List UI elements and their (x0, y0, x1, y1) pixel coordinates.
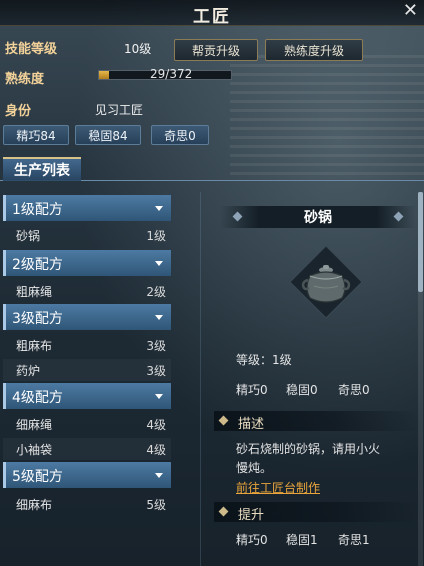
recipe-item[interactable]: 粗麻布 3级 (3, 334, 171, 356)
recipe-item[interactable]: 砂锅 1级 (3, 224, 171, 246)
improve-section-header: 提升 (214, 502, 420, 523)
detail-stat-ingenuity: 奇思0 (338, 383, 370, 397)
diamond-icon (218, 506, 229, 517)
description-title: 描述 (238, 417, 265, 432)
recipe-list: 1级配方 砂锅 1级 2级配方 粗麻绳 2级 3级配方 粗麻布 3级 药炉 3级… (0, 192, 176, 522)
recipe-item-name: 小袖袋 (16, 443, 53, 457)
close-icon[interactable]: ✕ (403, 0, 418, 21)
clay-pot-icon (288, 244, 364, 320)
proficiency-progress-fill (99, 71, 110, 79)
recipe-group-1[interactable]: 1级配方 (3, 195, 171, 221)
improve-title: 提升 (238, 508, 265, 523)
recipe-item-level: 4级 (146, 443, 166, 457)
recipe-group-label: 1级配方 (12, 202, 63, 218)
recipe-group-label: 4级配方 (12, 390, 63, 406)
detail-header: 砂锅 (220, 206, 416, 228)
detail-item-name: 砂锅 (304, 210, 332, 226)
caret-down-icon (155, 473, 163, 478)
recipe-item-name: 药炉 (16, 364, 41, 378)
detail-scrollbar[interactable] (418, 192, 423, 566)
contribution-upgrade-button[interactable]: 帮贡升级 (174, 39, 258, 61)
proficiency-value: 29/372 (150, 67, 193, 81)
recipe-item[interactable]: 小袖袋 4级 (3, 438, 171, 460)
improve-stat-stability: 稳固1 (286, 533, 318, 547)
scrollbar-thumb[interactable] (418, 192, 423, 292)
skill-level-value: 10级 (124, 42, 152, 56)
recipe-item-level: 3级 (146, 339, 166, 353)
proficiency-label: 熟练度 (5, 72, 45, 87)
stat-chip-ingenuity: 奇思0 (151, 125, 209, 145)
tab-bar: 生产列表 (0, 157, 424, 181)
recipe-group-4[interactable]: 4级配方 (3, 383, 171, 409)
caret-down-icon (155, 315, 163, 320)
recipe-item[interactable]: 粗麻绳 2级 (3, 280, 171, 302)
title-bar: 工匠 ✕ (0, 0, 424, 27)
description-line-1: 砂石烧制的砂锅，请用小火 (236, 442, 381, 456)
detail-level: 等级：1级 (236, 353, 292, 367)
recipe-detail-panel: 砂锅 等级：1级 精巧0 稳固0 奇思0 描述 砂石烧制的砂锅，请用小火 慢炖。… (210, 196, 424, 566)
skill-level-label: 技能等级 (5, 42, 58, 57)
panel-divider (200, 192, 201, 566)
improve-stat-finesse: 精巧0 (236, 533, 268, 547)
recipe-item-level: 4级 (146, 418, 166, 432)
identity-label: 身份 (5, 104, 32, 119)
recipe-group-5[interactable]: 5级配方 (3, 462, 171, 488)
proficiency-upgrade-button[interactable]: 熟练度升级 (265, 39, 363, 61)
stat-chip-stability: 稳固84 (75, 125, 141, 145)
stat-chip-finesse: 精巧84 (3, 125, 69, 145)
detail-stat-finesse: 精巧0 (236, 383, 268, 397)
tab-production-list[interactable]: 生产列表 (3, 157, 81, 181)
caret-down-icon (155, 206, 163, 211)
window-title: 工匠 (193, 7, 231, 27)
recipe-item[interactable]: 药炉 3级 (3, 359, 171, 381)
recipe-item-name: 细麻布 (16, 498, 53, 512)
improve-stat-ingenuity: 奇思1 (338, 533, 370, 547)
detail-stat-stability: 稳固0 (286, 383, 318, 397)
identity-value: 见习工匠 (95, 103, 144, 117)
diamond-icon (393, 211, 404, 222)
recipe-item-level: 1级 (146, 229, 166, 243)
recipe-group-label: 3级配方 (12, 311, 63, 327)
goto-workbench-link[interactable]: 前往工匠台制作 (236, 479, 320, 496)
recipe-item[interactable]: 细麻布 5级 (3, 493, 171, 515)
description-section-header: 描述 (214, 411, 420, 432)
recipe-item[interactable]: 细麻绳 4级 (3, 413, 171, 435)
recipe-item-level: 3级 (146, 364, 166, 378)
recipe-item-name: 细麻绳 (16, 418, 53, 432)
recipe-item-name: 砂锅 (16, 229, 41, 243)
recipe-item-name: 粗麻布 (16, 339, 53, 353)
recipe-group-3[interactable]: 3级配方 (3, 304, 171, 330)
recipe-item-name: 粗麻绳 (16, 285, 53, 299)
recipe-group-label: 5级配方 (12, 469, 63, 485)
recipe-item-level: 5级 (146, 498, 166, 512)
description-line-2: 慢炖。 (236, 461, 273, 475)
diamond-icon (232, 211, 243, 222)
diamond-icon (218, 415, 229, 426)
recipe-group-2[interactable]: 2级配方 (3, 250, 171, 276)
recipe-item-level: 2级 (146, 285, 166, 299)
caret-down-icon (155, 261, 163, 266)
caret-down-icon (155, 394, 163, 399)
recipe-group-label: 2级配方 (12, 257, 63, 273)
